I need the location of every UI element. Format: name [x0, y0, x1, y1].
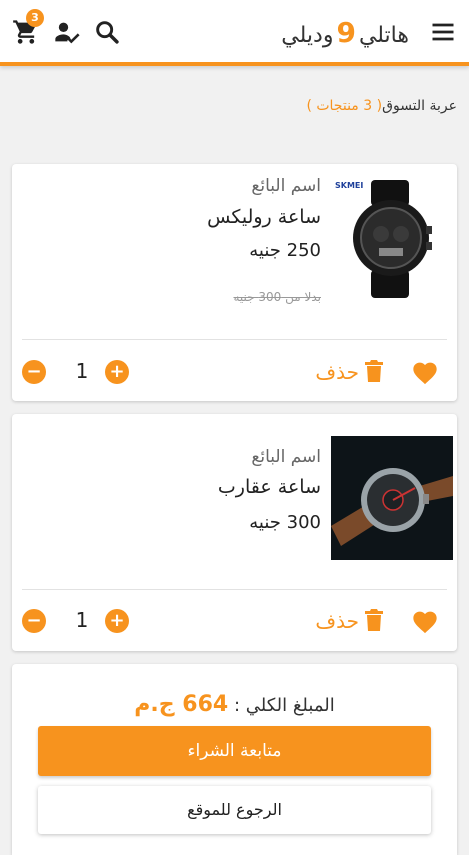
- cart-item-count: ( 3 منتجات ): [306, 98, 383, 114]
- increase-quantity-button[interactable]: +: [105, 360, 129, 384]
- logo-number: 9: [336, 16, 356, 49]
- old-price: بدلا من 300 جنيه: [233, 290, 321, 304]
- cart-count-badge: 3: [26, 9, 44, 27]
- quantity-value: 1: [75, 608, 89, 632]
- product-price: 300 جنيه: [249, 512, 321, 533]
- favorite-button[interactable]: [411, 608, 439, 634]
- search-button[interactable]: [93, 18, 121, 46]
- back-to-site-button[interactable]: الرجوع للموقع: [38, 786, 431, 834]
- delete-label[interactable]: حذف: [315, 609, 359, 633]
- menu-button[interactable]: [429, 18, 457, 46]
- favorite-button[interactable]: [411, 359, 439, 385]
- logo-text2: وديلي: [281, 23, 334, 48]
- delete-label[interactable]: حذف: [315, 360, 359, 384]
- decrease-quantity-button[interactable]: −: [22, 360, 46, 384]
- divider: [22, 339, 447, 340]
- increase-quantity-button[interactable]: +: [105, 609, 129, 633]
- app-header: 3 هاتلي9وديلي: [0, 0, 469, 66]
- brand-logo: SKMEI: [335, 181, 363, 190]
- trash-icon: [365, 609, 383, 631]
- heart-icon: [413, 362, 437, 385]
- product-price: 250 جنيه: [249, 240, 321, 261]
- cart-button[interactable]: 3: [12, 9, 44, 46]
- heart-icon: [413, 611, 437, 634]
- trash-icon: [365, 360, 383, 382]
- cart-title: عربة التسوق: [382, 98, 457, 114]
- cart-item-card: SKMEI اسم البائع ساعة روليكس 250 جنيه بد…: [12, 164, 457, 401]
- vendor-name: اسم البائع: [251, 176, 321, 196]
- quantity-value: 1: [75, 359, 89, 383]
- watch-image: SKMEI: [331, 176, 453, 300]
- search-icon: [93, 18, 121, 46]
- watch-image: [331, 436, 453, 560]
- account-check-icon: [53, 18, 81, 46]
- product-name[interactable]: ساعة روليكس: [207, 206, 321, 228]
- menu-icon: [429, 18, 457, 46]
- product-image[interactable]: [331, 436, 453, 560]
- account-button[interactable]: [53, 18, 81, 46]
- site-logo[interactable]: هاتلي9وديلي: [281, 16, 409, 49]
- order-summary-card: المبلغ الكلي : 664 ج.م متابعة الشراء الر…: [12, 664, 457, 855]
- total-line: المبلغ الكلي : 664 ج.م: [12, 692, 457, 717]
- delete-button[interactable]: [363, 608, 385, 632]
- checkout-button[interactable]: متابعة الشراء: [38, 726, 431, 776]
- delete-button[interactable]: [363, 359, 385, 383]
- product-name[interactable]: ساعة عقارب: [218, 476, 321, 498]
- product-image[interactable]: SKMEI: [331, 176, 453, 300]
- cart-item-card: اسم البائع ساعة عقارب 300 جنيه حذف + 1 −: [12, 414, 457, 651]
- total-label: المبلغ الكلي :: [233, 695, 335, 716]
- divider: [22, 589, 447, 590]
- decrease-quantity-button[interactable]: −: [22, 609, 46, 633]
- total-amount: 664 ج.م: [134, 692, 229, 717]
- page-title: عربة التسوق( 3 منتجات ): [306, 98, 457, 114]
- vendor-name: اسم البائع: [251, 447, 321, 467]
- logo-text: هاتلي: [358, 23, 409, 48]
